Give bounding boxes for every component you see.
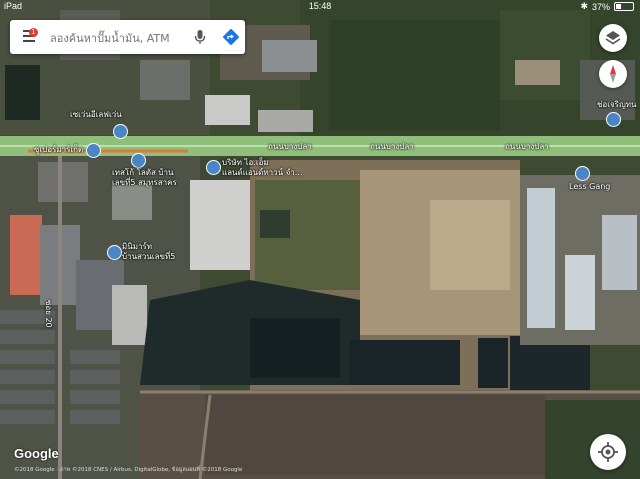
place-pin-icon[interactable]: [206, 160, 221, 175]
bluetooth-icon: ✱: [580, 1, 588, 11]
layers-button[interactable]: [599, 24, 627, 52]
place-pin-icon[interactable]: [575, 166, 590, 181]
road-label: ถนนบางปลา: [505, 142, 549, 151]
my-location-button[interactable]: [590, 434, 626, 470]
poi-label[interactable]: Less Gang: [569, 182, 610, 192]
shopping-bag-icon[interactable]: [107, 245, 122, 260]
notification-badge: 1: [29, 28, 38, 37]
microphone-icon[interactable]: [193, 29, 207, 45]
status-bar: iPad 15:48 ✱ 37%: [0, 0, 640, 14]
layers-icon: [605, 31, 621, 45]
road-label: ถนนบางปลา: [268, 142, 312, 151]
copyright-text: ©2018 Google · ภาพ ©2018 CNES / Airbus, …: [14, 467, 243, 473]
compass-icon: [610, 65, 616, 83]
compass-button[interactable]: [599, 60, 627, 88]
search-input[interactable]: ลองค้นหาปั๊มน้ำมัน, ATM: [50, 29, 170, 47]
search-bar[interactable]: 1 ลองค้นหาปั๊มน้ำมัน, ATM: [10, 20, 245, 54]
status-time: 15:48: [308, 1, 332, 11]
road-label: ซอย 20: [44, 300, 53, 328]
battery-percent: 37%: [591, 1, 610, 12]
battery-icon: [614, 2, 634, 11]
shopping-bag-icon[interactable]: [131, 153, 146, 168]
poi-label[interactable]: บริษัท ไอ.เอ็ม แลนด์แอนด์ทาวน์ จำ...: [222, 158, 302, 178]
shopping-bag-icon[interactable]: [113, 124, 128, 139]
road-label: ถนนบางปลา: [370, 142, 414, 151]
place-pin-icon[interactable]: [606, 112, 621, 127]
satellite-map[interactable]: [0, 0, 640, 479]
google-logo: Google: [14, 446, 59, 461]
poi-label[interactable]: ซูเปอร์มาร์เก็ต: [34, 145, 83, 155]
cart-icon[interactable]: [86, 143, 101, 158]
poi-label[interactable]: มินิมาร์ท บ้านสวนเลขที่5: [122, 242, 175, 262]
poi-label[interactable]: ช่อเจริญทน: [597, 100, 637, 110]
poi-label[interactable]: เซเว่นอีเลฟเว่น: [70, 110, 122, 120]
my-location-icon: [598, 442, 618, 462]
status-right: ✱ 37%: [580, 1, 634, 12]
directions-icon[interactable]: [222, 28, 240, 46]
poi-label[interactable]: เทสโก้ โลตัส บ้าน เลขที่5 สมุทรสาคร: [112, 168, 177, 188]
